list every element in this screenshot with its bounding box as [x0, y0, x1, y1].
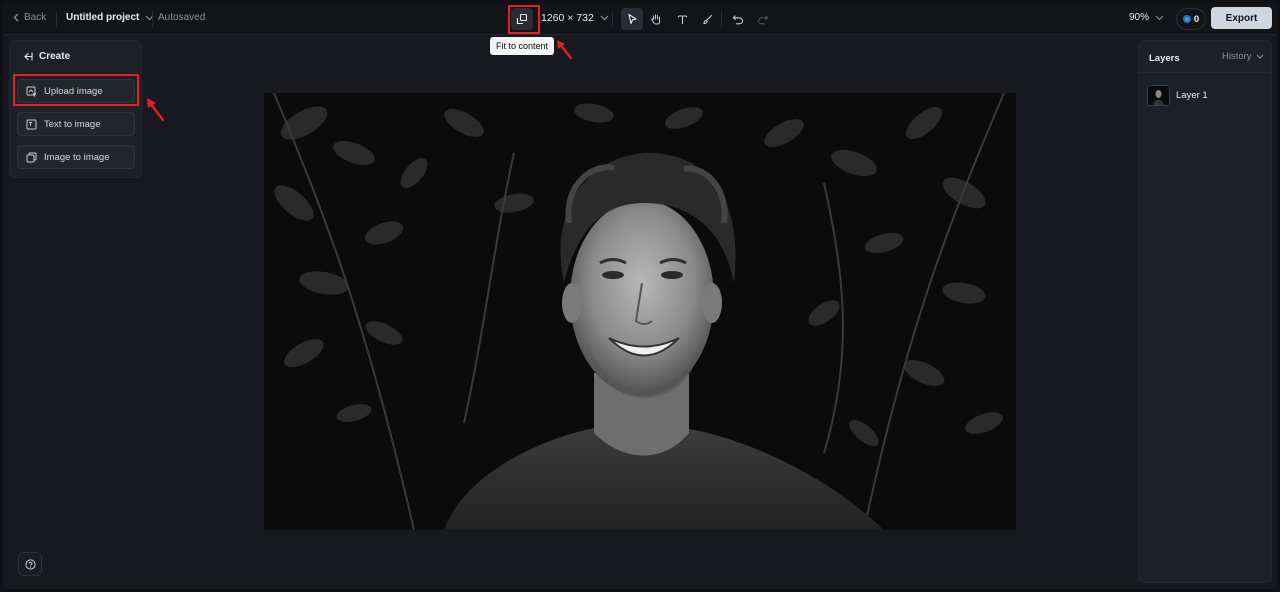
- back-button[interactable]: Back: [13, 12, 46, 23]
- text-to-image-icon: [26, 119, 37, 130]
- help-icon: [24, 558, 36, 570]
- layers-panel: Layers History Layer 1: [1138, 40, 1272, 583]
- tab-history[interactable]: History: [1222, 51, 1264, 62]
- divider: [721, 11, 722, 27]
- image-to-image-label: Image to image: [44, 151, 110, 163]
- collapse-panel-icon: [23, 52, 33, 61]
- autosave-status: Autosaved: [158, 12, 206, 23]
- canvas-size-value: 1260 × 732: [541, 12, 594, 24]
- layer-item[interactable]: Layer 1: [1147, 83, 1265, 107]
- text-icon: [677, 14, 688, 25]
- fit-to-content-icon: [516, 13, 528, 25]
- fit-to-content-tooltip: Fit to content: [490, 37, 555, 55]
- image-to-image-icon: [26, 152, 37, 163]
- select-tool-button[interactable]: [621, 8, 643, 30]
- portrait-photo: [264, 93, 1016, 530]
- layer-name: Layer 1: [1176, 89, 1208, 101]
- hand-tool-button[interactable]: [645, 8, 667, 30]
- brush-icon: [702, 14, 713, 25]
- tab-layers[interactable]: Layers: [1149, 53, 1180, 64]
- undo-button[interactable]: [727, 8, 749, 30]
- canvas-image[interactable]: [264, 93, 1016, 530]
- upload-image-icon: [26, 86, 37, 97]
- undo-icon: [732, 14, 744, 25]
- create-panel-header[interactable]: Create: [23, 51, 70, 62]
- image-to-image-button[interactable]: Image to image: [17, 145, 135, 169]
- chevron-down-icon: [600, 15, 609, 21]
- canvas-size-dropdown[interactable]: 1260 × 732: [541, 12, 609, 24]
- text-to-image-label: Text to image: [44, 118, 101, 130]
- redo-button[interactable]: [752, 8, 774, 30]
- top-bar: Back Untitled project Autosaved 1260 × 7…: [3, 3, 1277, 35]
- red-arrow-icon: [554, 37, 574, 61]
- text-tool-button[interactable]: [671, 8, 693, 30]
- history-tab-label: History: [1222, 51, 1252, 62]
- editor-window: Back Untitled project Autosaved 1260 × 7…: [3, 3, 1277, 589]
- divider: [152, 11, 153, 27]
- divider: [1139, 72, 1271, 73]
- project-title-button[interactable]: Untitled project: [66, 12, 154, 23]
- text-to-image-button[interactable]: Text to image: [17, 112, 135, 136]
- chevron-left-icon: [13, 13, 20, 22]
- hand-icon: [650, 13, 662, 25]
- back-label: Back: [24, 12, 47, 23]
- credits-badge[interactable]: 0: [1176, 8, 1206, 30]
- help-button[interactable]: [18, 552, 42, 576]
- fit-to-content-button[interactable]: [511, 8, 533, 30]
- create-panel: Create Upload image Text to image Image …: [9, 40, 142, 178]
- select-arrow-icon: [627, 13, 638, 25]
- layer-thumbnail: [1147, 84, 1170, 106]
- export-button[interactable]: Export: [1211, 7, 1272, 29]
- divider: [612, 11, 613, 27]
- chevron-down-icon: [1256, 54, 1264, 59]
- divider: [56, 11, 57, 27]
- red-arrow-icon: [143, 95, 167, 123]
- zoom-value: 90%: [1129, 12, 1150, 23]
- create-heading: Create: [39, 51, 71, 62]
- chevron-down-icon: [1155, 15, 1164, 21]
- credits-icon: [1182, 15, 1191, 23]
- credits-count: 0: [1193, 13, 1200, 25]
- upload-image-button[interactable]: Upload image: [17, 79, 135, 103]
- project-title: Untitled project: [66, 12, 140, 23]
- zoom-dropdown[interactable]: 90%: [1129, 12, 1164, 23]
- upload-image-label: Upload image: [44, 85, 103, 97]
- redo-icon: [757, 14, 769, 25]
- brush-tool-button[interactable]: [696, 8, 718, 30]
